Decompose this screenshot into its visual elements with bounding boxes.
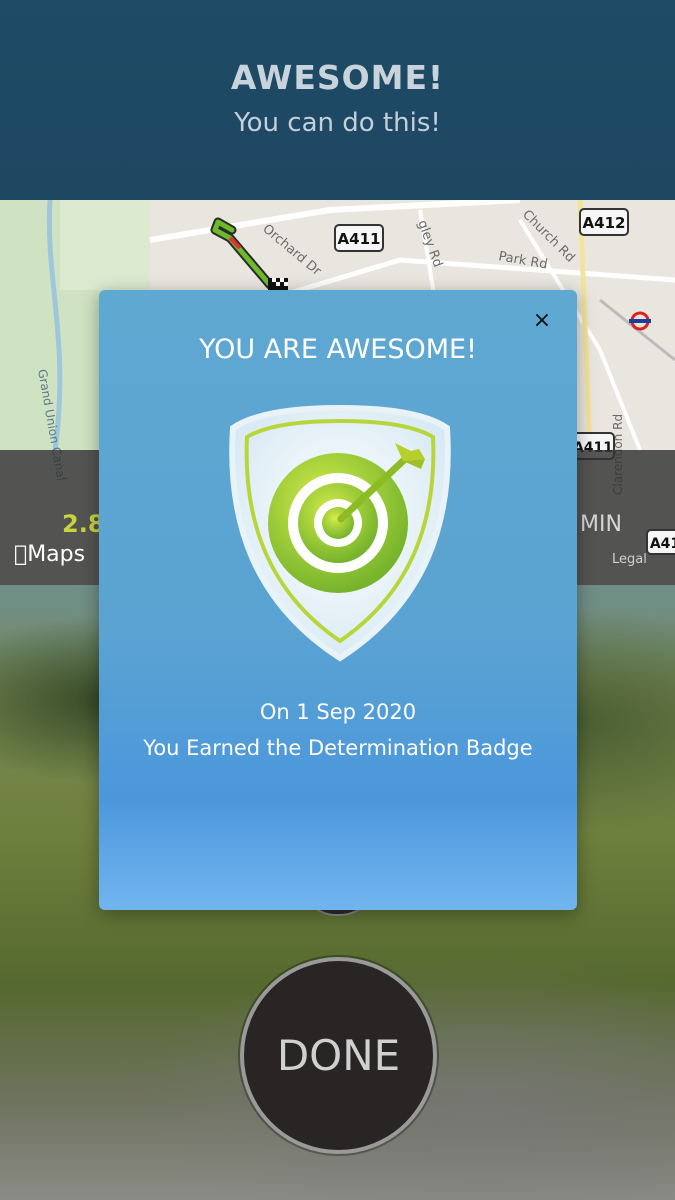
legal-link[interactable]: Legal (612, 552, 647, 567)
maps-provider-label: Maps (14, 542, 85, 567)
badge-message: You Earned the Determination Badge (143, 736, 533, 760)
header: AWESOME! You can do this! (0, 0, 675, 200)
badge-date: On 1 Sep 2020 (259, 700, 417, 724)
badge-modal: × YOU ARE AWESOME! On 1 Sep 2020 You Ear… (99, 290, 577, 910)
done-button-label: DONE (276, 1031, 401, 1080)
header-title: AWESOME! (230, 58, 445, 97)
major-road (577, 200, 593, 451)
target-arrow-icon (229, 404, 451, 662)
done-button[interactable]: DONE (240, 957, 437, 1154)
close-icon[interactable]: × (527, 306, 557, 336)
svg-text:A411: A411 (338, 230, 381, 248)
svg-text:A41: A41 (650, 536, 675, 552)
road-shield-a41: A41 (646, 529, 675, 555)
time-unit: MIN (580, 512, 622, 537)
header-subtitle: You can do this! (234, 108, 441, 138)
park-area-2 (60, 200, 150, 290)
apple-icon:  (14, 542, 27, 567)
road-shield-a412: A412 (579, 208, 629, 236)
street-label: Orchard Dr (259, 222, 324, 280)
modal-title: YOU ARE AWESOME! (199, 334, 477, 365)
svg-text:A412: A412 (583, 214, 626, 232)
road-shield-a411: A411 (334, 224, 384, 252)
